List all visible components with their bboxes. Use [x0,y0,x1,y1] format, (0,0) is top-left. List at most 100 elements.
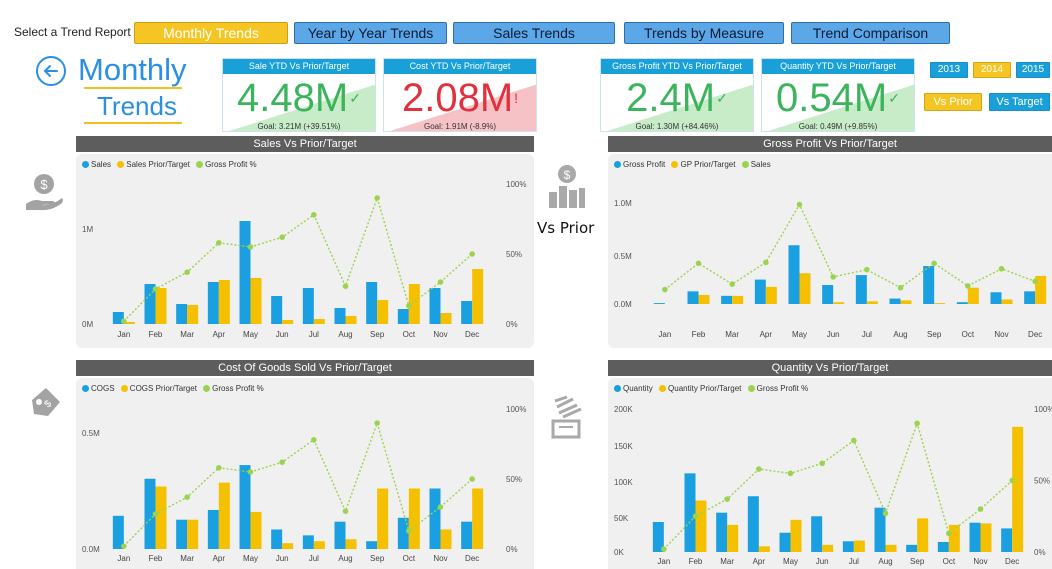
bar-gross-profit-nov [990,292,1002,304]
chart-title: Gross Profit Vs Prior/Target [608,136,1052,152]
bar-gross-profit-aug [889,298,901,304]
x-tick-label: Jul [309,554,319,563]
dollar-bars-icon: $ [547,164,587,217]
line-point [184,494,190,500]
x-tick-label: Oct [943,557,956,566]
bar-quantity-feb [684,473,696,552]
x-tick-label: May [243,554,258,563]
bar-quantity-apr [747,496,759,552]
line-point [882,510,889,517]
bar-prior-dec [472,488,484,549]
y-tick-label: 0.0M [614,300,632,309]
bar-sales-nov [429,288,441,324]
bar-prior-jun [282,320,294,324]
year-button-2014[interactable]: 2014 [973,62,1011,78]
bar-sales-jul [302,288,314,324]
svg-text:$: $ [564,168,571,182]
y2-tick-label: 0% [506,320,518,329]
tab-trend-comparison[interactable]: Trend Comparison [791,22,950,44]
kpi-goal: Goal: 0.49M (+9.85%) [798,122,878,131]
bar-cogs-jul [302,535,314,549]
bar-prior-oct [408,488,420,549]
bar-cogs-apr [207,509,219,549]
x-tick-label: Apr [213,554,226,563]
chart-title: Quantity Vs Prior/Target [608,360,1052,376]
x-tick-label: Jun [276,330,289,339]
x-tick-label: Nov [433,330,447,339]
svg-text:$: $ [40,177,48,192]
vs-prior-button[interactable]: Vs Prior [924,93,982,111]
y-tick-label: 200K [614,405,633,414]
x-tick-label: Dec [465,330,479,339]
page-title-line2: Trends [97,91,177,121]
bar-gross-profit-jul [855,275,867,304]
kpi-value: 0.54M✓ [776,76,900,120]
y-tick-label: 50K [614,514,629,523]
bar-prior-nov [980,523,992,552]
bar-gross-profit-jan [653,303,665,304]
bar-quantity-dec [1001,528,1013,552]
x-tick-label: Jul [309,330,319,339]
y-tick-label: 0K [614,548,624,557]
bar-cogs-oct [397,517,409,549]
line-gross-profit- [123,420,473,547]
bar-gross-profit-apr [754,279,766,304]
line-point [279,459,285,465]
bar-prior-may [250,511,262,549]
x-tick-label: Sep [927,330,942,339]
x-tick-label: Feb [689,557,703,566]
x-tick-label: Feb [149,554,163,563]
title-underline [84,122,182,124]
line-point [977,506,984,512]
x-tick-label: Jul [862,330,872,339]
line-point [851,437,857,444]
x-tick-label: Sep [370,330,385,339]
bar-prior-dec [472,269,484,324]
x-tick-label: Mar [180,330,194,339]
bar-prior-sep [917,518,929,552]
bar-sales-sep [366,282,378,324]
line-point [763,259,769,266]
line-point [311,212,317,218]
year-button-2015[interactable]: 2015 [1016,62,1050,78]
x-tick-label: Aug [338,554,352,563]
line-point [796,201,803,208]
x-tick-label: Dec [465,554,479,563]
tab-trends-by-measure[interactable]: Trends by Measure [624,22,784,44]
kpi-card-gross-profit: Gross Profit YTD Vs Prior/Target 2.4M✓ G… [600,58,754,132]
bar-prior-aug [345,316,357,324]
x-tick-label: Jan [658,330,671,339]
bar-prior-jun [282,543,294,549]
line-point [406,528,412,534]
x-tick-label: Oct [403,554,416,563]
y2-tick-label: 100% [506,180,526,189]
bar-gross-profit-dec [1024,291,1036,304]
bar-prior-jun [833,302,845,304]
y-tick-label: 150K [614,442,633,451]
year-button-2013[interactable]: 2013 [930,62,968,78]
line-point [787,470,794,477]
bar-sales-jun [271,296,283,324]
line-point [152,286,159,292]
bar-prior-nov [1001,299,1013,304]
x-tick-label: Nov [994,330,1008,339]
x-tick-label: Sep [910,557,925,566]
bar-cogs-may [239,465,251,549]
x-tick-label: Nov [973,557,987,566]
line-point [216,240,222,246]
vs-target-button[interactable]: Vs Target [989,93,1050,111]
money-hand-icon: $ [22,172,66,217]
x-tick-label: Jan [117,554,130,563]
bar-prior-dec [1012,426,1024,552]
kpi-card-cost: Cost YTD Vs Prior/Target 2.08M! Goal: 1.… [383,58,537,132]
x-tick-label: Dec [1028,330,1042,339]
tab-year-by-year-trends[interactable]: Year by Year Trends [294,22,447,44]
bar-quantity-jun [811,516,823,552]
line-point [864,266,870,273]
line-sales [664,203,1036,291]
tab-sales-trends[interactable]: Sales Trends [453,22,615,44]
bar-prior-nov [440,529,452,549]
arrow-left-circle-icon[interactable] [36,56,66,86]
tab-monthly-trends[interactable]: Monthly Trends [134,22,288,44]
y-tick-label: 100K [614,478,633,487]
